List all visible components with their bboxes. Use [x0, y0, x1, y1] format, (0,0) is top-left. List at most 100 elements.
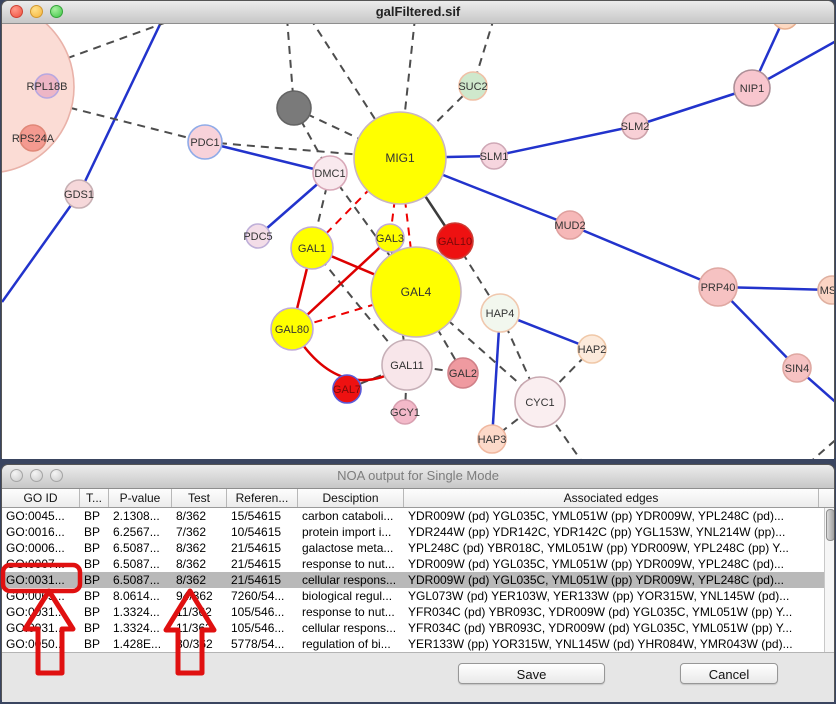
cell-test: 80/362: [172, 636, 227, 652]
cancel-button[interactable]: Cancel: [680, 663, 778, 684]
node-label-cyc1: CYC1: [525, 397, 554, 409]
cell-edges: YGL073W (pd) YER103W, YER133W (pp) YOR31…: [404, 588, 819, 604]
cell-go_id: GO:0006...: [2, 540, 80, 556]
column-header-edges[interactable]: Associated edges: [404, 489, 819, 507]
cell-type: BP: [80, 604, 109, 620]
cell-test: 94/362: [172, 588, 227, 604]
column-header-test[interactable]: Test: [172, 489, 227, 507]
table-row[interactable]: GO:0045...BP2.1308...8/36215/54615carbon…: [2, 508, 834, 524]
cell-go_id: GO:0016...: [2, 524, 80, 540]
cell-edges: YDR009W (pd) YGL035C, YML051W (pp) YDR00…: [404, 556, 819, 572]
node-label-gal7: GAL7: [333, 384, 361, 396]
node-label-gal1: GAL1: [298, 243, 326, 255]
table-row[interactable]: GO:0016...BP6.2567...7/36210/54615protei…: [2, 524, 834, 540]
cell-edges: YDR009W (pd) YGL035C, YML051W (pp) YDR00…: [404, 508, 819, 524]
cell-type: BP: [80, 620, 109, 636]
cell-description: galactose meta...: [298, 540, 404, 556]
save-button[interactable]: Save: [458, 663, 605, 684]
table-row[interactable]: GO:0006...BP6.5087...8/36221/54615galact…: [2, 540, 834, 556]
node-label-rps24a: RPS24A: [12, 133, 55, 145]
cell-edges: YDR009W (pd) YGL035C, YML051W (pp) YDR00…: [404, 572, 819, 588]
node-dark[interactable]: [277, 91, 311, 125]
cell-p_value: 6.5087...: [109, 556, 172, 572]
node-label-nip1: NIP1: [740, 83, 764, 95]
cell-description: response to nut...: [298, 556, 404, 572]
cell-p_value: 1.428E...: [109, 636, 172, 652]
cell-type: BP: [80, 508, 109, 524]
table-row[interactable]: GO:0031...BP1.3324...11/362105/546...res…: [2, 604, 834, 620]
cell-edges: YFR034C (pd) YBR093C, YDR009W (pd) YGL03…: [404, 604, 819, 620]
cell-test: 8/362: [172, 508, 227, 524]
node-label-rpl18b: RPL18B: [27, 81, 68, 93]
cell-go_id: GO:0031...: [2, 604, 80, 620]
table-row[interactable]: GO:0050...BP1.428E...80/3625778/54...reg…: [2, 636, 834, 652]
edge-blue: [494, 126, 635, 156]
cell-description: carbon cataboli...: [298, 508, 404, 524]
cell-test: 8/362: [172, 572, 227, 588]
cell-reference: 21/54615: [227, 540, 298, 556]
cell-type: BP: [80, 540, 109, 556]
table-row[interactable]: GO:0007...BP6.5087...8/36221/54615respon…: [2, 556, 834, 572]
cell-p_value: 6.5087...: [109, 540, 172, 556]
cell-test: 8/362: [172, 540, 227, 556]
cell-reference: 21/54615: [227, 572, 298, 588]
table-row[interactable]: GO:0065...BP8.0614...94/3627260/54...bio…: [2, 588, 834, 604]
cell-reference: 21/54615: [227, 556, 298, 572]
cell-edges: YER133W (pp) YOR315W, YNL145W (pd) YHR08…: [404, 636, 819, 652]
cell-type: BP: [80, 524, 109, 540]
node-label-slm1: SLM1: [480, 151, 509, 163]
column-header-description[interactable]: Desciption: [298, 489, 404, 507]
column-header-type[interactable]: T...: [80, 489, 109, 507]
network-canvas[interactable]: RPL18BRPS24AGDS1PDC1MIG1DMC1SUC2SLM1SLM2…: [2, 24, 834, 459]
cell-reference: 15/54615: [227, 508, 298, 524]
node-label-mig1: MIG1: [385, 151, 415, 165]
cell-type: BP: [80, 588, 109, 604]
cell-type: BP: [80, 572, 109, 588]
vertical-scrollbar[interactable]: [824, 508, 834, 652]
noa-window-titlebar[interactable]: NOA output for Single Mode: [2, 465, 834, 489]
network-window: galFiltered.sif RPL18BRPS24AGDS1PDC1MIG1…: [1, 0, 835, 458]
cell-description: regulation of bi...: [298, 636, 404, 652]
edge-dash: [808, 436, 834, 459]
cell-reference: 105/546...: [227, 620, 298, 636]
cell-reference: 105/546...: [227, 604, 298, 620]
column-header-reference[interactable]: Referen...: [227, 489, 298, 507]
node-label-dmc1: DMC1: [314, 168, 345, 180]
node-label-sin4: SIN4: [785, 363, 809, 375]
cell-description: response to nut...: [298, 604, 404, 620]
cell-p_value: 1.3324...: [109, 604, 172, 620]
cell-go_id: GO:0045...: [2, 508, 80, 524]
scrollbar-thumb[interactable]: [826, 509, 834, 541]
network-window-title: galFiltered.sif: [2, 4, 834, 19]
node-label-pdc5: PDC5: [243, 231, 272, 243]
cell-type: BP: [80, 636, 109, 652]
network-window-titlebar[interactable]: galFiltered.sif: [2, 1, 834, 24]
column-header-go_id[interactable]: GO ID: [2, 489, 80, 507]
cell-test: 7/362: [172, 524, 227, 540]
edge-blue: [79, 24, 164, 194]
cell-edges: YDR244W (pp) YDR142C, YDR142C (pp) YGL15…: [404, 524, 819, 540]
edge-blue: [570, 225, 718, 287]
table-row[interactable]: GO:0031...BP1.3324...11/362105/546...cel…: [2, 620, 834, 636]
cell-reference: 10/54615: [227, 524, 298, 540]
table-row[interactable]: GO:0031...BP6.5087...8/36221/54615cellul…: [2, 572, 834, 588]
node-label-hap2: HAP2: [578, 344, 607, 356]
node-label-hap3: HAP3: [478, 434, 507, 446]
cell-p_value: 1.3324...: [109, 620, 172, 636]
node-label-gal80: GAL80: [275, 324, 309, 336]
cell-p_value: 6.2567...: [109, 524, 172, 540]
cell-edges: YFR034C (pd) YBR093C, YDR009W (pd) YGL03…: [404, 620, 819, 636]
column-header-p_value[interactable]: P-value: [109, 489, 172, 507]
cell-type: BP: [80, 556, 109, 572]
node-label-mud2: MUD2: [554, 220, 585, 232]
cell-test: 11/362: [172, 620, 227, 636]
cell-description: biological regul...: [298, 588, 404, 604]
cell-p_value: 8.0614...: [109, 588, 172, 604]
node-label-prp40: PRP40: [701, 282, 736, 294]
node-peach[interactable]: [772, 24, 798, 29]
cell-p_value: 6.5087...: [109, 572, 172, 588]
node-label-gcy1: GCY1: [390, 407, 420, 419]
cell-go_id: GO:0065...: [2, 588, 80, 604]
cell-p_value: 2.1308...: [109, 508, 172, 524]
node-label-pdc1: PDC1: [190, 137, 219, 149]
